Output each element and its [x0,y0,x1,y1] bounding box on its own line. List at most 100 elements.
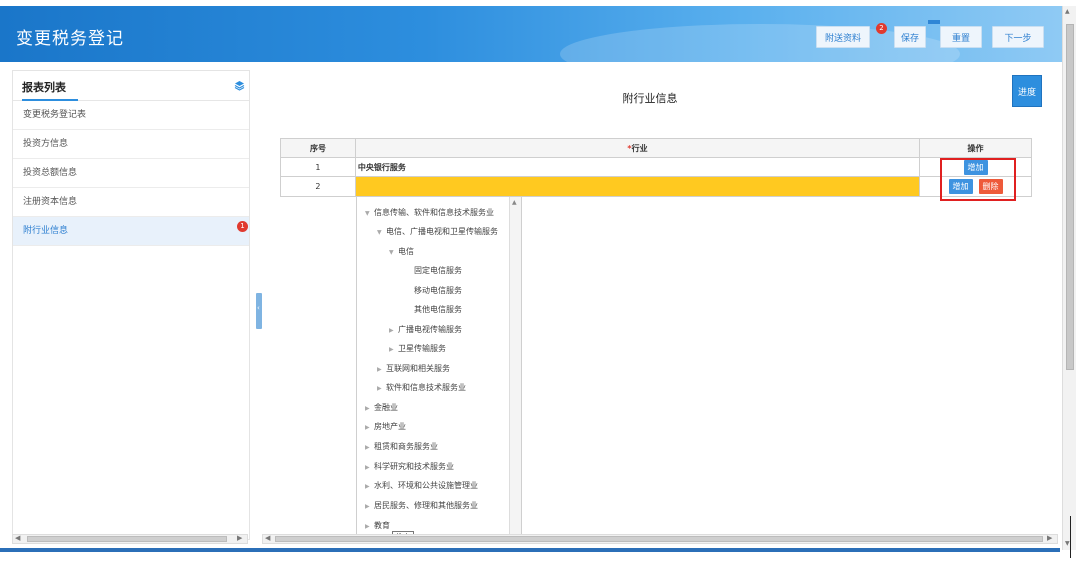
section-title: 附行业信息 [622,92,678,105]
sidebar-horizontal-scrollbar[interactable]: ◀ ▶ [12,534,248,544]
tree-node-label: 广播电视传输服务 [398,325,462,334]
tree-node[interactable]: ▼ 电信、广播电视和卫星传输服务 [377,226,498,237]
alert-badge: 1 [237,221,248,232]
industry-input-fill[interactable] [356,178,919,195]
expand-icon[interactable]: ▼ [389,249,398,256]
edge-line [1070,516,1071,558]
attach-count-badge: 2 [876,23,887,34]
sidebar-item-change-registration[interactable]: 变更税务登记表 [13,101,249,130]
tree-node[interactable]: ▶ 金融业 [365,402,398,413]
tree-node-label: 科学研究和技术服务业 [374,462,454,471]
tree-node-label: 互联网和相关服务 [386,364,450,373]
save-button[interactable]: 保存 [894,26,926,48]
expand-icon[interactable]: ▼ [365,210,374,217]
main-horizontal-scrollbar[interactable]: ◀ ▶ [262,534,1058,544]
tree-node-label: 固定电信服务 [414,266,462,275]
app-header: 变更税务登记 附送资料 2 保存 重置 下一步 [0,6,1062,62]
expand-icon[interactable]: ▶ [389,346,398,353]
scroll-left-icon[interactable]: ◀ [265,534,270,542]
sidebar-item-total-investment[interactable]: 投资总额信息 [13,159,249,188]
scrollbar-thumb[interactable] [27,536,227,542]
bottom-spacer [0,552,1060,561]
table-header-row: 序号 *行业 操作 [280,138,1032,158]
report-list-sidebar: 报表列表 变更税务登记表 投资方信息 投资总额信息 注册资本信息 附行业信息 1 [12,70,250,540]
tree-node-label: 移动电信服务 [414,286,462,295]
tree-node[interactable]: ▶ 软件和信息技术服务业 [377,382,466,393]
column-header-industry: *行业 [354,138,921,158]
sidebar-header: 报表列表 [13,71,249,101]
industry-select-input[interactable] [354,176,921,197]
chevron-left-icon: ‹ [257,304,260,312]
expand-icon[interactable]: ▶ [365,424,374,431]
sidebar-item-label: 变更税务登记表 [23,110,87,120]
scroll-right-icon[interactable]: ▶ [1047,534,1052,542]
sidebar-item-label: 注册资本信息 [23,197,78,207]
expand-icon[interactable]: ▶ [365,464,374,471]
column-header-industry-label: 行业 [631,143,648,153]
page-vertical-scrollbar[interactable]: ▲ ▼ [1062,6,1076,550]
tree-node[interactable]: ▶ 房地产业 [365,421,406,432]
scrollbar-thumb[interactable] [1066,24,1074,370]
tree-node[interactable]: ▶ 广播电视传输服务 [389,324,462,335]
layers-icon[interactable] [234,80,245,91]
row-seq: 1 [280,157,356,177]
sidebar-item-label: 附行业信息 [23,226,69,236]
sidebar-item-additional-industry[interactable]: 附行业信息 1 [13,217,249,246]
scroll-right-icon[interactable]: ▶ [237,534,242,542]
tree-node[interactable]: 其他电信服务 [405,304,462,315]
tree-node[interactable]: 固定电信服务 [405,265,462,276]
tree-node-label: 金融业 [374,403,398,412]
tree-node-label: 电信 [398,247,414,256]
tree-node[interactable]: ▼ 信息传输、软件和信息技术服务业 [365,207,494,218]
expand-icon[interactable]: ▼ [377,229,386,236]
tree-node[interactable]: 移动电信服务 [405,285,462,296]
scrollbar-thumb[interactable] [275,536,1043,542]
tree-node-label: 水利、环境和公共设施管理业 [374,481,478,490]
tree-node[interactable]: ▶ 卫星传输服务 [389,343,446,354]
table-row: 1 中央银行服务 增加 [280,157,1032,177]
table-row: 2 增加 删除 [280,176,1032,197]
tree-node-label: 信息传输、软件和信息技术服务业 [374,208,494,217]
tree-scrollbar[interactable]: ▲ [509,197,521,539]
scroll-up-icon[interactable]: ▲ [512,199,517,206]
tree-node[interactable]: ▶ 租赁和商务服务业 [365,441,438,452]
scroll-left-icon[interactable]: ◀ [15,534,20,542]
tree-node[interactable]: ▶ 居民服务、修理和其他服务业 [365,500,478,511]
sidebar-item-registered-capital[interactable]: 注册资本信息 [13,188,249,217]
tree-node-label: 租赁和商务服务业 [374,442,438,451]
tree-node-label: 居民服务、修理和其他服务业 [374,501,478,510]
sidebar-title: 报表列表 [22,81,66,94]
tree-node[interactable]: ▶ 教育 [365,520,390,531]
industry-tree-dropdown[interactable]: ▼ 信息传输、软件和信息技术服务业 ▼ 电信、广播电视和卫星传输服务 ▼ 电信 固定电… [356,196,522,540]
sidebar-collapse-handle[interactable]: ‹ [256,293,262,329]
industry-table: 序号 *行业 操作 1 中央银行服务 增加 2 增加 删除 [280,138,1032,197]
expand-icon[interactable]: ▶ [377,385,386,392]
tree-node-label: 房地产业 [374,422,406,431]
attach-docs-button[interactable]: 附送资料 [816,26,870,48]
sidebar-item-label: 投资方信息 [23,139,69,149]
tree-node-label: 教育 [374,521,390,530]
expand-icon[interactable]: ▶ [389,327,398,334]
scroll-up-icon[interactable]: ▲ [1065,8,1070,15]
progress-button[interactable]: 进度 [1012,75,1042,107]
expand-icon[interactable]: ▶ [365,503,374,510]
tree-node[interactable]: ▶ 科学研究和技术服务业 [365,461,454,472]
tree-node[interactable]: ▶ 水利、环境和公共设施管理业 [365,480,478,491]
tree-node-label: 软件和信息技术服务业 [386,383,466,392]
expand-icon[interactable]: ▶ [365,444,374,451]
tree-node[interactable]: ▼ 电信 [389,246,414,257]
highlight-annotation-box [940,158,1016,201]
sidebar-item-investor-info[interactable]: 投资方信息 [13,130,249,159]
expand-icon[interactable]: ▶ [365,483,374,490]
row-seq: 2 [280,176,356,197]
expand-icon[interactable]: ▶ [377,366,386,373]
next-step-button[interactable]: 下一步 [992,26,1044,48]
reset-button[interactable]: 重置 [940,26,982,48]
header-marker [928,20,940,24]
industry-cell[interactable]: 中央银行服务 [354,157,921,177]
tree-node-label: 卫星传输服务 [398,344,446,353]
scroll-down-icon[interactable]: ▼ [1065,540,1070,547]
expand-icon[interactable]: ▶ [365,405,374,412]
expand-icon[interactable]: ▶ [365,523,374,530]
tree-node[interactable]: ▶ 互联网和相关服务 [377,363,450,374]
